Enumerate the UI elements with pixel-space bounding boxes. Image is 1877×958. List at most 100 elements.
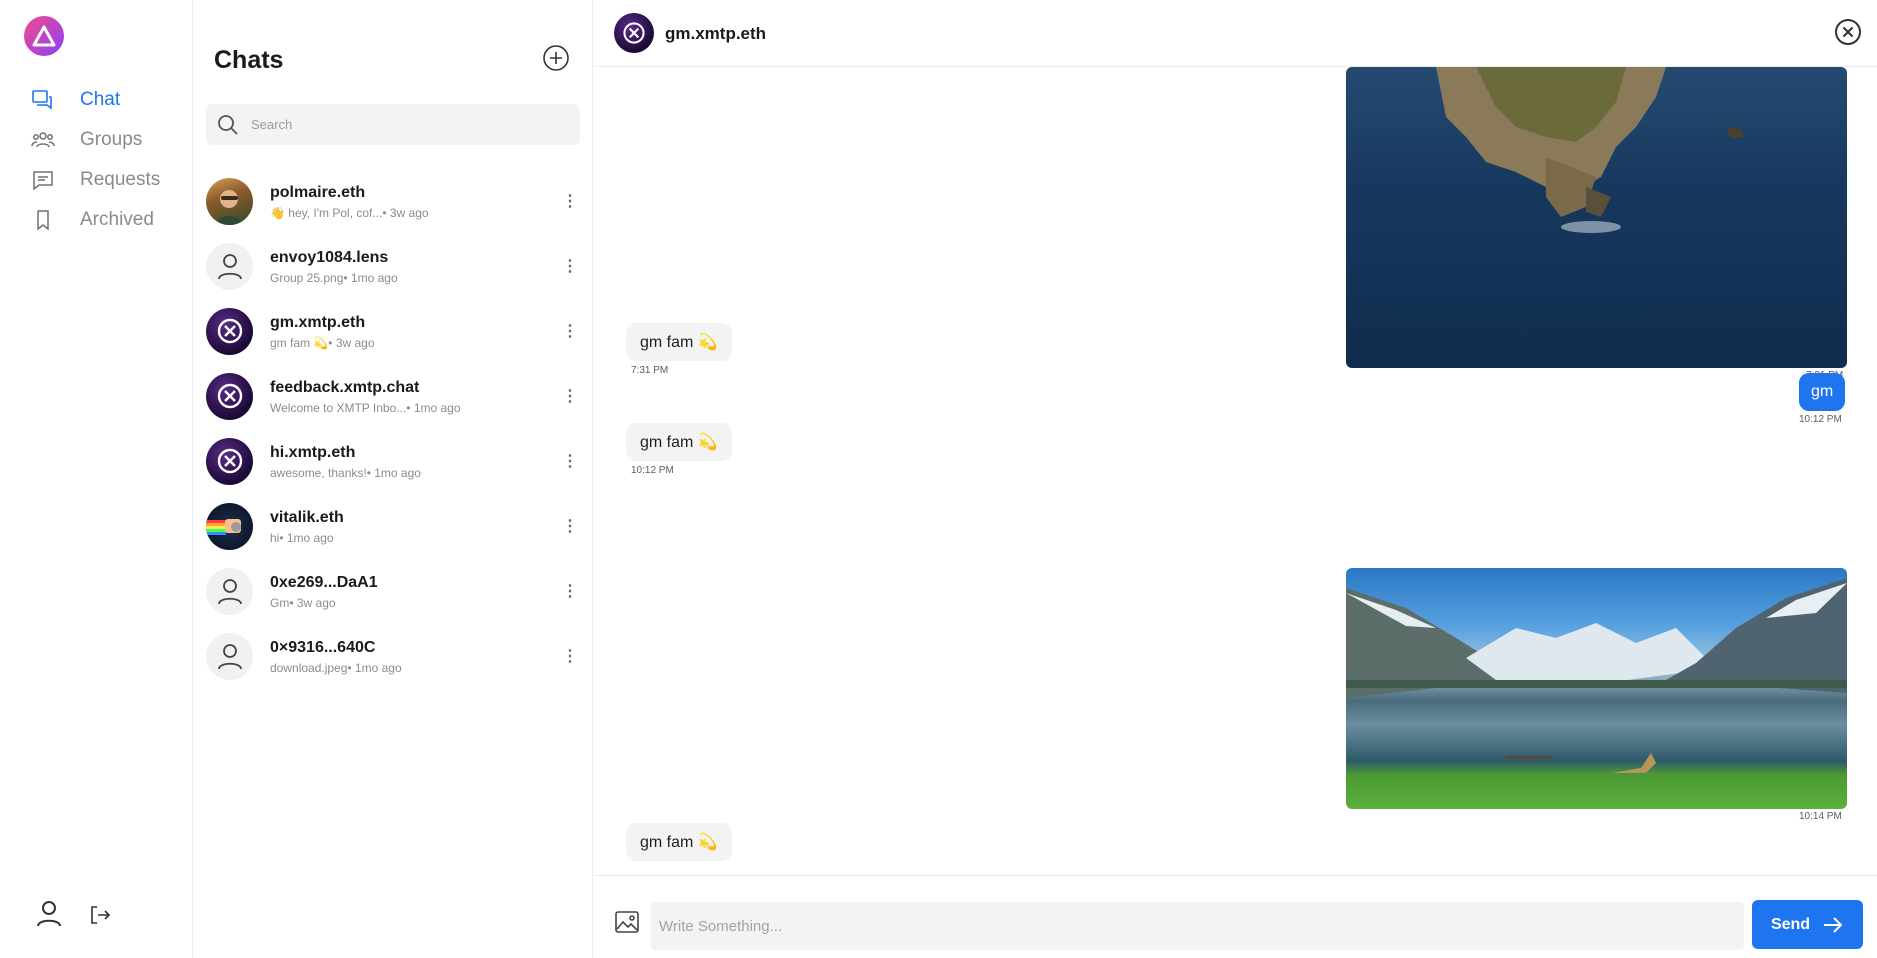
image-message[interactable]: [1346, 67, 1847, 368]
nav-label-groups: Groups: [80, 129, 143, 150]
chat-icon: [28, 85, 58, 115]
message-list: 7:31 PM gm fam 💫 7:31 PM gm 10:12 PM gm …: [594, 67, 1877, 875]
search-icon: [218, 114, 238, 135]
nav-label-requests: Requests: [80, 169, 161, 190]
kebab-icon: ⋮: [562, 193, 578, 210]
nav-label-chat: Chat: [80, 89, 121, 110]
more-options-button[interactable]: ⋮: [560, 316, 580, 346]
more-options-button[interactable]: ⋮: [560, 511, 580, 541]
conversation-name: 0xe269...DaA1: [270, 573, 378, 591]
bookmark-icon: [28, 205, 58, 235]
attach-image-button[interactable]: [613, 908, 641, 936]
conversation-name: hi.xmtp.eth: [270, 443, 356, 461]
conversation-preview: gm fam 💫• 3w ago: [270, 335, 375, 350]
message-input[interactable]: [651, 902, 1744, 950]
conversation-item-envoy[interactable]: envoy1084.lens Group 25.png• 1mo ago ⋮: [206, 235, 580, 297]
left-nav: Chat Groups Requests Archived: [0, 0, 193, 958]
conversation-preview: Group 25.png• 1mo ago: [270, 270, 398, 285]
kebab-icon: ⋮: [562, 518, 578, 535]
outgoing-message: gm: [1799, 373, 1846, 411]
incoming-message: gm fam 💫: [626, 323, 732, 361]
search-input[interactable]: [251, 117, 551, 132]
conversation-preview: download.jpeg• 1mo ago: [270, 660, 402, 675]
conversation-preview: 👋 hey, I'm Pol, cof...• 3w ago: [270, 205, 429, 220]
kebab-icon: ⋮: [562, 453, 578, 470]
conversation-item-feedback[interactable]: feedback.xmtp.chat Welcome to XMTP Inbo.…: [206, 365, 580, 427]
chat-list-panel: Chats polmaire.eth 👋 hey, I'm Pol, cof..…: [193, 0, 593, 958]
conversation-item-polmaire[interactable]: polmaire.eth 👋 hey, I'm Pol, cof...• 3w …: [206, 170, 580, 232]
arrow-right-icon: [1824, 916, 1843, 933]
conversation-item-vitalik[interactable]: vitalik.eth hi• 1mo ago ⋮: [206, 495, 580, 557]
xmtp-logo-icon: [217, 318, 242, 344]
more-options-button[interactable]: ⋮: [560, 576, 580, 606]
conversation-name: vitalik.eth: [270, 508, 344, 526]
search-box: [206, 104, 580, 145]
user-icon: [217, 644, 242, 670]
image-message[interactable]: [1346, 568, 1847, 809]
profile-button[interactable]: [34, 898, 64, 933]
conversation-item-0xe269[interactable]: 0xe269...DaA1 Gm• 3w ago ⋮: [206, 560, 580, 622]
conversation-name: envoy1084.lens: [270, 248, 389, 266]
chat-list-title: Chats: [214, 46, 284, 74]
more-options-button[interactable]: ⋮: [560, 381, 580, 411]
logout-icon: [91, 906, 111, 924]
avatar: [206, 567, 253, 615]
conversation-item-hi-xmtp[interactable]: hi.xmtp.eth awesome, thanks!• 1mo ago ⋮: [206, 430, 580, 492]
user-icon: [217, 579, 242, 605]
logout-button[interactable]: [89, 905, 111, 930]
requests-icon: [28, 165, 58, 195]
incoming-message: gm fam 💫: [626, 823, 732, 861]
conversation-preview: hi• 1mo ago: [270, 530, 334, 545]
avatar: [206, 437, 253, 485]
nav-item-archived[interactable]: Archived: [28, 202, 154, 238]
avatar: [206, 502, 253, 550]
avatar: [206, 177, 253, 225]
app-logo[interactable]: [24, 16, 64, 56]
message-time: 10:12 PM: [1799, 414, 1842, 425]
message-time: 10:12 PM: [631, 465, 674, 476]
nav-label-archived: Archived: [80, 209, 154, 230]
kebab-icon: ⋮: [562, 388, 578, 405]
conversation-name: 0×9316...640C: [270, 638, 376, 656]
more-options-button[interactable]: ⋮: [560, 251, 580, 281]
kebab-icon: ⋮: [562, 323, 578, 340]
message-time: 7:31 PM: [631, 365, 669, 376]
close-icon: [1835, 19, 1861, 45]
kebab-icon: ⋮: [562, 583, 578, 600]
more-options-button[interactable]: ⋮: [560, 446, 580, 476]
avatar: [206, 632, 253, 680]
header-avatar: [614, 13, 654, 53]
message-composer: Send: [594, 875, 1877, 958]
send-button[interactable]: Send: [1752, 900, 1863, 949]
kebab-icon: ⋮: [562, 648, 578, 665]
conversation-pane: gm.xmtp.eth 7:31 PM gm fam 💫 7:31 PM: [594, 0, 1877, 958]
nav-item-chat[interactable]: Chat: [28, 82, 120, 118]
kebab-icon: ⋮: [562, 258, 578, 275]
conversation-name: polmaire.eth: [270, 183, 366, 201]
more-options-button[interactable]: ⋮: [560, 186, 580, 216]
avatar: [206, 307, 253, 355]
conversation-item-gm-xmtp[interactable]: gm.xmtp.eth gm fam 💫• 3w ago ⋮: [206, 300, 580, 362]
groups-icon: [28, 125, 58, 155]
conversation-name: feedback.xmtp.chat: [270, 378, 420, 396]
conversation-name: gm.xmtp.eth: [270, 313, 366, 331]
conversation-preview: awesome, thanks!• 1mo ago: [270, 465, 421, 480]
avatar: [206, 242, 253, 290]
incoming-message: gm fam 💫: [626, 423, 732, 461]
user-icon: [217, 254, 242, 280]
send-label: Send: [1770, 915, 1811, 933]
nav-item-requests[interactable]: Requests: [28, 162, 160, 198]
close-conversation-button[interactable]: [1834, 18, 1862, 46]
nav-item-groups[interactable]: Groups: [28, 122, 142, 158]
xmtp-logo-icon: [623, 22, 645, 44]
conversation-header: gm.xmtp.eth: [594, 0, 1877, 67]
conversation-title: gm.xmtp.eth: [665, 24, 767, 43]
message-time: 10:14 PM: [1799, 811, 1842, 822]
new-chat-button[interactable]: [542, 44, 570, 72]
conversation-item-0x9316[interactable]: 0×9316...640C download.jpeg• 1mo ago ⋮: [206, 625, 580, 687]
more-options-button[interactable]: ⋮: [560, 641, 580, 671]
avatar: [206, 372, 253, 420]
xmtp-logo-icon: [217, 383, 242, 409]
conversation-preview: Welcome to XMTP Inbo...• 1mo ago: [270, 400, 461, 415]
conversation-preview: Gm• 3w ago: [270, 595, 336, 610]
